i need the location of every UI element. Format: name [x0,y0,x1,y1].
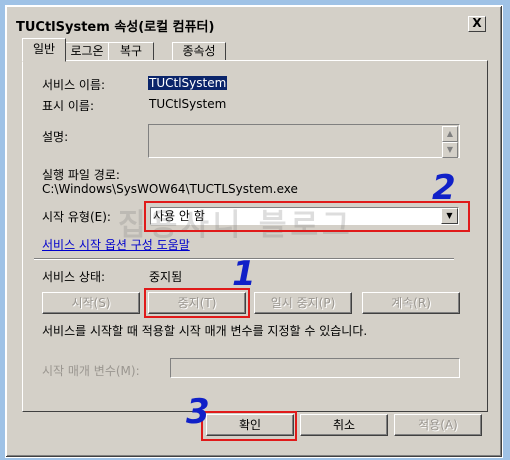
apply-button[interactable]: 적용(A) [394,414,482,436]
ok-button[interactable]: 확인 [206,414,294,436]
step-1-number: 1 [232,254,256,294]
window-title: TUCtlSystem 속성(로컬 컴퓨터) [16,20,215,35]
tab-general[interactable]: 일반 [22,38,66,62]
tab-recovery[interactable]: 복구 [108,42,154,61]
title-bar: TUCtlSystem 속성(로컬 컴퓨터) X [14,16,488,35]
step-3-number: 3 [186,392,210,432]
step-2-number: 2 [432,168,456,208]
cancel-button[interactable]: 취소 [300,414,388,436]
tab-logon[interactable]: 로그온 [64,42,110,61]
close-button[interactable]: X [468,16,486,32]
tab-dependencies[interactable]: 종속성 [172,42,226,61]
general-panel [22,60,488,412]
